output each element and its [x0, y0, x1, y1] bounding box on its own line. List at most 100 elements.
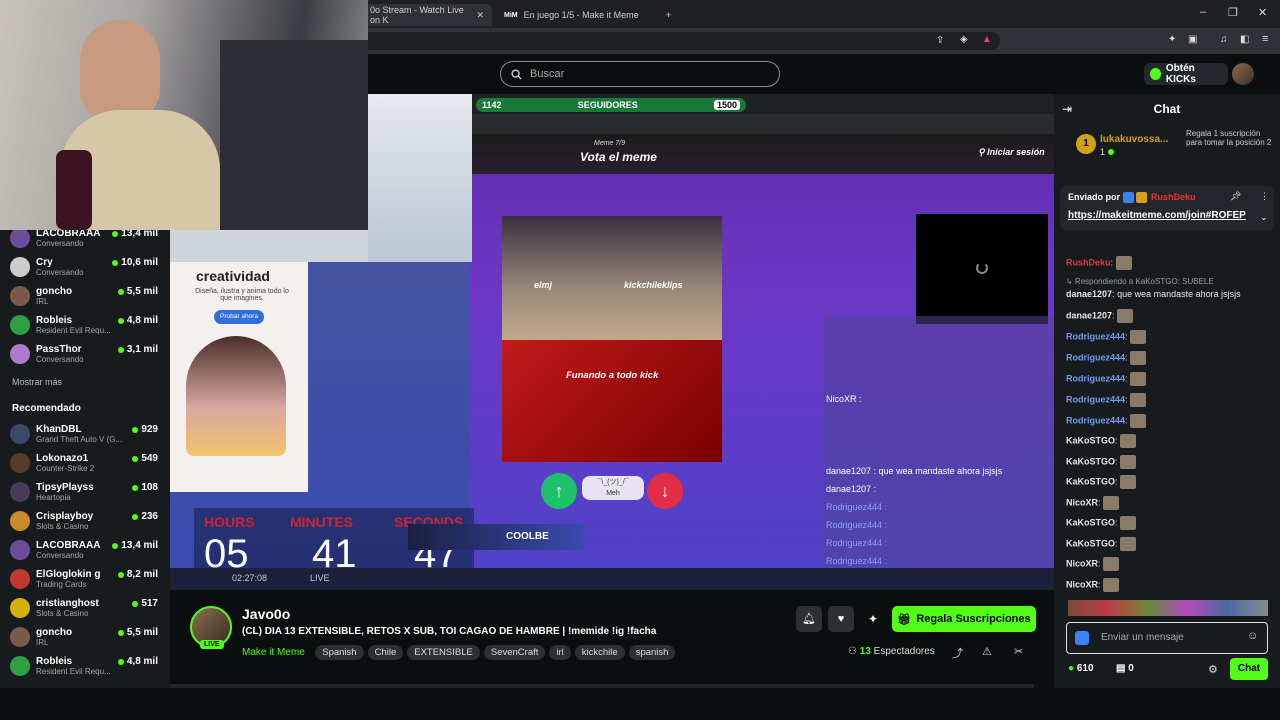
user-avatar[interactable]	[1232, 63, 1254, 85]
show-more-link[interactable]: Mostrar más	[12, 377, 62, 387]
new-tab-button[interactable]: +	[658, 4, 679, 26]
channel-avatar	[10, 424, 30, 444]
top-gifter-name[interactable]: lukakuvossa...	[1100, 134, 1168, 145]
chat-username[interactable]: KaKoSTGO	[1066, 476, 1115, 486]
report-icon[interactable]: ⚠	[982, 645, 992, 658]
stream-tag[interactable]: kickchile	[574, 645, 625, 660]
sidebar-channel[interactable]: goncho IRL 5,5 mil	[10, 623, 160, 651]
chat-username[interactable]: Rodriguez444	[1066, 352, 1125, 362]
wallet-icon[interactable]: ▣	[1188, 34, 1197, 45]
emote-icon	[1130, 393, 1147, 407]
url-field[interactable]	[360, 32, 1000, 50]
chat-username[interactable]: danae1207	[1066, 289, 1112, 299]
stream-tag[interactable]: Spanish	[315, 645, 364, 660]
inner-chat-line: NicoXR :	[826, 394, 862, 404]
viewer-count: 8,2 mil	[117, 569, 158, 580]
horizontal-scrollbar[interactable]	[170, 684, 1034, 688]
rewards-icon[interactable]: ▲	[982, 34, 992, 45]
chevron-down-icon[interactable]: ⌄	[1260, 212, 1268, 223]
emote-icon	[1130, 372, 1147, 386]
ad-button: Probar ahora	[214, 310, 264, 324]
gift-counter[interactable]: ▤ 0	[1116, 663, 1134, 674]
sidebar-channel[interactable]: TipsyPlayss Heartopia 108	[10, 478, 160, 506]
extensions-icon[interactable]: ✦	[1168, 34, 1176, 45]
stream-tag[interactable]: spanish	[628, 645, 676, 660]
gift-subs-button[interactable]: 🎁︎ Regala Suscripciones	[892, 606, 1036, 632]
chat-username[interactable]: NicoXR	[1066, 579, 1098, 589]
sparkle-icon: ✦	[867, 612, 879, 626]
chat-username[interactable]: Rodriguez444	[1066, 331, 1125, 341]
minimize-button[interactable]: –	[1200, 6, 1206, 18]
menu-icon[interactable]: ≡	[1262, 33, 1268, 45]
sidebar-channel[interactable]: Robleis Resident Evil Requ... 4,8 mil	[10, 311, 160, 339]
stream-tag[interactable]: Chile	[367, 645, 404, 660]
pinned-link[interactable]: https://makeitmeme.com/join#ROFEP	[1068, 210, 1246, 221]
sidebar-channel[interactable]: cristianghost Slots & Casino 517	[10, 594, 160, 622]
gift-rank-badge: 1	[1076, 134, 1096, 154]
sidebar-toggle-icon[interactable]: ◧	[1240, 34, 1249, 45]
channel-text: goncho IRL	[36, 627, 128, 648]
sparkle-button[interactable]: ✦	[862, 606, 884, 632]
chat-username[interactable]: danae1207	[1066, 310, 1112, 320]
sidebar-channel[interactable]: Crisplayboy Slots & Casino 236	[10, 507, 160, 535]
close-window-button[interactable]: ✕	[1258, 6, 1267, 19]
channel-name: Crisplayboy	[36, 510, 94, 522]
chat-username[interactable]: Rodriguez444	[1066, 415, 1125, 425]
shield-icon[interactable]: ◈	[960, 34, 968, 45]
close-icon[interactable]: ✕	[476, 10, 484, 21]
chat-username[interactable]: NicoXR	[1066, 558, 1098, 568]
chat-username[interactable]: KaKoSTGO	[1066, 456, 1115, 466]
maximize-button[interactable]: ❐	[1228, 6, 1238, 19]
tab-make-it-meme[interactable]: MiM En juego 1/5 - Make it Meme	[496, 4, 656, 26]
category-link[interactable]: Make it Meme	[242, 647, 305, 658]
get-kicks-button[interactable]: Obtén KICKs	[1144, 63, 1228, 85]
chat-username[interactable]: NicoXR	[1066, 497, 1098, 507]
chat-message: Rodriguez444:	[1066, 414, 1148, 428]
tab-stream[interactable]: 0o Stream - Watch Live on K ✕	[362, 4, 492, 26]
chat-username[interactable]: KaKoSTGO	[1066, 517, 1115, 527]
stream-tag[interactable]: SevenCraft	[483, 645, 546, 660]
sidebar-channel[interactable]: Lokonazo1 Counter-Strike 2 549	[10, 449, 160, 477]
send-chat-button[interactable]: Chat	[1230, 658, 1268, 680]
points-icon: ●	[1068, 663, 1075, 674]
live-dot-icon	[112, 259, 119, 266]
channel-text: TipsyPlayss Heartopia	[36, 482, 128, 503]
streamer-name[interactable]: Javo0o	[242, 606, 290, 622]
live-dot-icon	[117, 658, 124, 665]
follow-button[interactable]: ♥	[828, 606, 854, 632]
notification-bell-button[interactable]: 🔔︎	[796, 606, 822, 632]
top-gifter-count: 1	[1100, 147, 1114, 157]
sidebar-channel[interactable]: Robleis Resident Evil Requ... 4,8 mil	[10, 652, 160, 680]
chat-username[interactable]: RushDeku	[1066, 257, 1111, 267]
search-input[interactable]: Buscar	[500, 61, 780, 87]
stream-tag[interactable]: irl	[549, 645, 571, 660]
inner-chat-line: Rodriguez444 :	[826, 502, 888, 512]
sidebar-channel[interactable]: PassThor Conversando 3,1 mil	[10, 340, 160, 368]
share-icon[interactable]: ⤴	[952, 645, 963, 661]
sidebar-channel[interactable]: KhanDBL Grand Theft Auto V (G... 929	[10, 420, 160, 448]
channel-category: Counter-Strike 2	[36, 463, 95, 473]
chat-input[interactable]: Enviar un mensaje ☺	[1066, 622, 1268, 654]
sidebar-channel[interactable]: ElGloglokin g Trading Cards 8,2 mil	[10, 565, 160, 593]
more-options-icon[interactable]: ⋮	[1260, 191, 1269, 202]
chat-username[interactable]: KaKoSTGO	[1066, 435, 1115, 445]
emote-icon	[1130, 330, 1147, 344]
sidebar-channel[interactable]: goncho IRL 5,5 mil	[10, 282, 160, 310]
chat-message: KaKoSTGO:	[1066, 434, 1138, 448]
chat-username[interactable]: Rodriguez444	[1066, 394, 1125, 404]
chat-username[interactable]: KaKoSTGO	[1066, 538, 1115, 548]
music-icon[interactable]: ♫	[1220, 34, 1228, 45]
emote-bar[interactable]	[1068, 600, 1268, 616]
stream-tag[interactable]: EXTENSIBLE	[407, 645, 480, 660]
chat-username[interactable]: Rodriguez444	[1066, 373, 1125, 383]
emoji-icon[interactable]: ☺	[1247, 630, 1258, 642]
chat-message: KaKoSTGO:	[1066, 455, 1138, 469]
inner-chat-line: Rodriguez444 :	[826, 520, 888, 530]
settings-gear-icon[interactable]: ⚙	[1208, 663, 1218, 676]
meme-caption-left: elmj	[534, 280, 553, 290]
share-icon[interactable]: ⇪	[936, 35, 944, 46]
sidebar-channel[interactable]: Cry Conversando 10,6 mil	[10, 253, 160, 281]
sidebar-channel[interactable]: LACOBRAAA Conversando 13,4 mil	[10, 536, 160, 564]
channel-points[interactable]: ● 610	[1068, 663, 1094, 674]
clip-icon[interactable]: ✂	[1014, 645, 1023, 658]
